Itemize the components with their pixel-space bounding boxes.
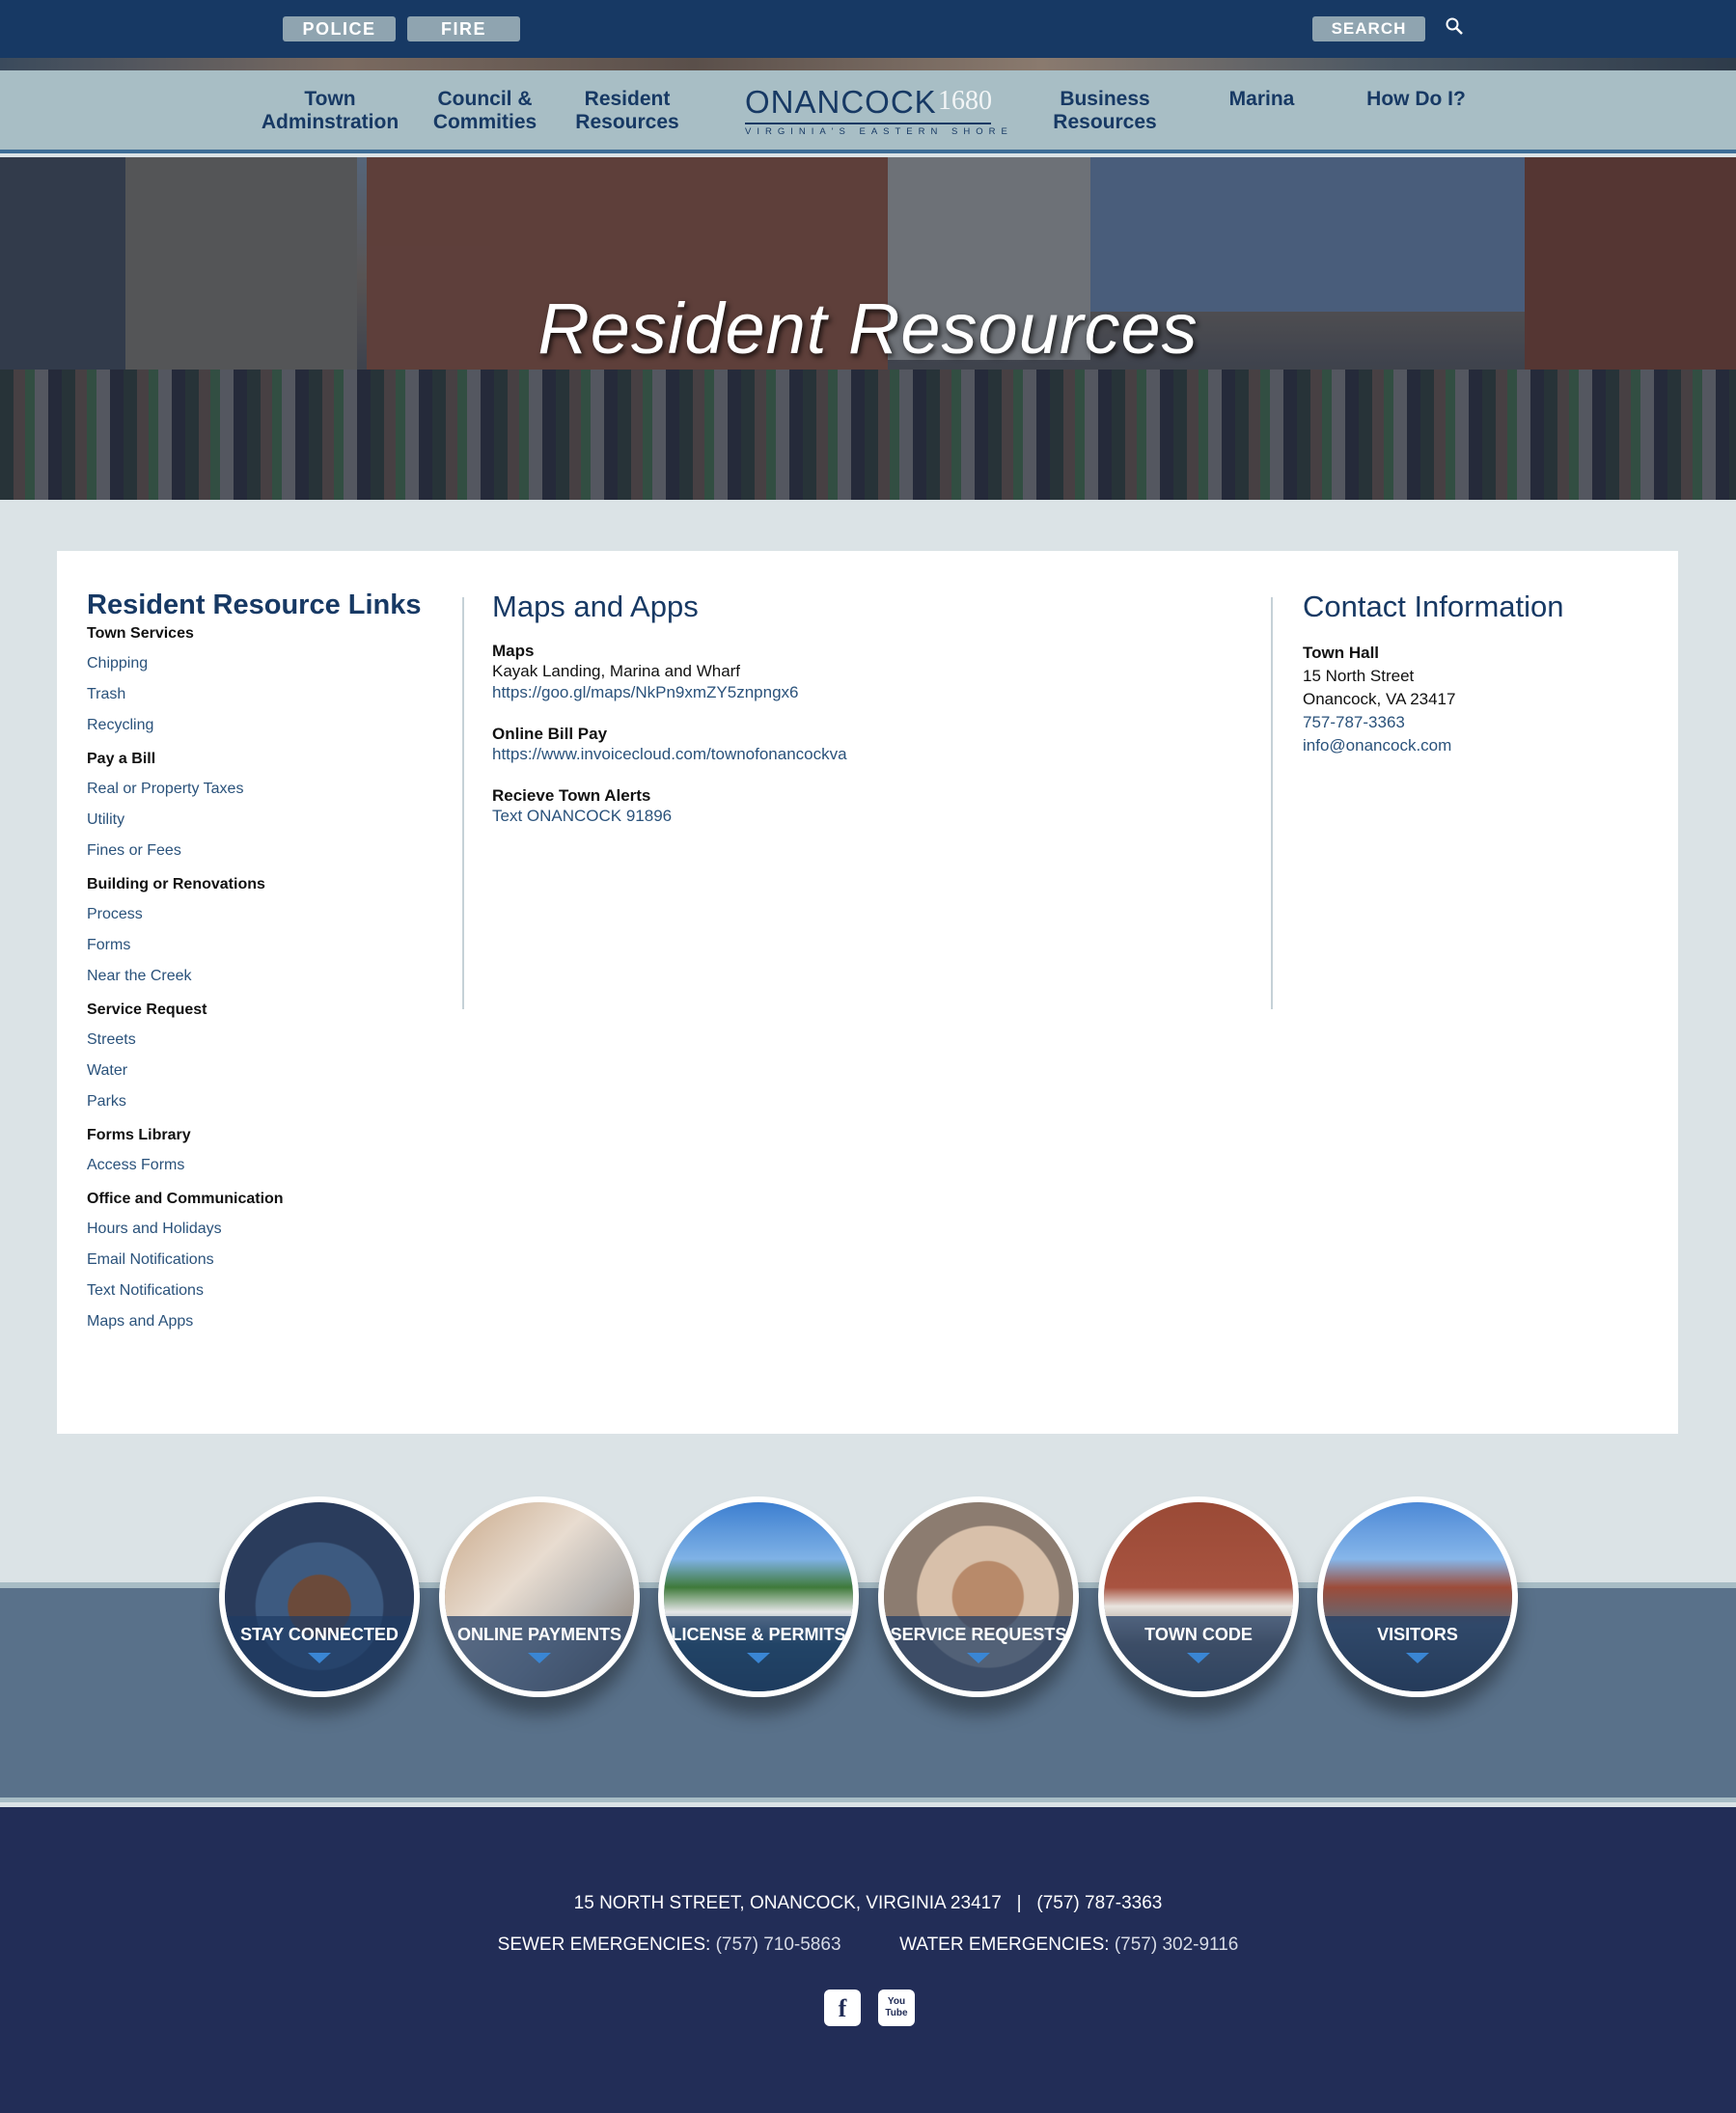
search-button[interactable]: SEARCH xyxy=(1312,16,1425,41)
nav-business-resources[interactable]: Business Resources xyxy=(1042,88,1168,134)
section-title: Pay a Bill xyxy=(87,751,156,767)
nav-how-do-i[interactable]: How Do I? xyxy=(1351,88,1481,111)
content-panel: Resident Resource Links Town Services Ch… xyxy=(57,551,1678,1434)
section-title: Forms Library xyxy=(87,1127,191,1143)
decorative-strip xyxy=(0,58,1736,70)
link-process[interactable]: Process xyxy=(87,899,434,930)
license-permits-button[interactable]: LICENSE & PERMITS xyxy=(658,1496,859,1697)
link-maps-apps[interactable]: Maps and Apps xyxy=(87,1306,434,1337)
link-access-forms[interactable]: Access Forms xyxy=(87,1150,434,1181)
police-button[interactable]: POLICE xyxy=(283,16,396,41)
nav-resident-resources[interactable]: Resident Resources xyxy=(565,88,690,134)
maps-link[interactable]: https://goo.gl/maps/NkPn9xmZY5znpngx6 xyxy=(492,682,1226,703)
page-title: Resident Resources xyxy=(537,288,1199,369)
contact-street: 15 North Street xyxy=(1303,667,1415,685)
sewer-emergency-label: SEWER EMERGENCIES: xyxy=(497,1935,711,1955)
nav-marina[interactable]: Marina xyxy=(1206,88,1317,111)
footer-emergency-row: SEWER EMERGENCIES: (757) 710-5863 WATER … xyxy=(0,1935,1736,1956)
column-divider xyxy=(1271,597,1273,1009)
link-text-notifications[interactable]: Text Notifications xyxy=(87,1276,434,1306)
link-parks[interactable]: Parks xyxy=(87,1086,434,1117)
hero-banner: Resident Resources xyxy=(0,157,1736,500)
footer-address-row: 15 NORTH STREET, ONANCOCK, VIRGINIA 2341… xyxy=(0,1893,1736,1914)
link-chipping[interactable]: Chipping xyxy=(87,648,434,679)
youtube-icon[interactable]: You Tube xyxy=(878,1990,915,2026)
main-nav: Town Adminstration Council & Commities Res… xyxy=(0,70,1736,153)
top-utility-bar: POLICE FIRE SEARCH xyxy=(0,0,1736,58)
maps-description: Kayak Landing, Marina and Wharf xyxy=(492,662,741,680)
alerts-link[interactable]: Text ONANCOCK 91896 xyxy=(492,806,1226,827)
footer-separator: | xyxy=(1016,1893,1022,1913)
bill-pay-link[interactable]: https://www.invoicecloud.com/townofonanc… xyxy=(492,744,1226,765)
contact-heading: Contact Information xyxy=(1303,590,1564,623)
maps-label: Maps xyxy=(492,642,535,660)
contact-column: Contact Information Town Hall 15 North S… xyxy=(1303,590,1650,757)
link-forms[interactable]: Forms xyxy=(87,930,434,961)
link-streets[interactable]: Streets xyxy=(87,1025,434,1056)
nav-council-committees[interactable]: Council & Commities xyxy=(415,88,555,134)
nav-town-administration[interactable]: Town Adminstration xyxy=(253,88,407,134)
resource-links-heading: Resident Resource Links xyxy=(87,590,422,620)
link-property-taxes[interactable]: Real or Property Taxes xyxy=(87,774,434,805)
town-code-button[interactable]: TOWN CODE xyxy=(1098,1496,1299,1697)
site-footer xyxy=(0,1807,1736,2113)
stay-connected-button[interactable]: STAY CONNECTED xyxy=(219,1496,420,1697)
link-utility[interactable]: Utility xyxy=(87,805,434,836)
maps-apps-heading: Maps and Apps xyxy=(492,590,699,623)
link-fines-fees[interactable]: Fines or Fees xyxy=(87,836,434,866)
contact-email-link[interactable]: info@onancock.com xyxy=(1303,734,1650,757)
bill-pay-label: Online Bill Pay xyxy=(492,725,608,743)
section-title: Office and Communication xyxy=(87,1191,284,1207)
section-title: Service Request xyxy=(87,1002,207,1018)
link-water[interactable]: Water xyxy=(87,1056,434,1086)
search-icon[interactable] xyxy=(1445,16,1466,38)
footer-address: 15 NORTH STREET, ONANCOCK, VIRGINIA 2341… xyxy=(573,1893,1002,1913)
link-near-the-creek[interactable]: Near the Creek xyxy=(87,961,434,992)
maps-apps-column: Maps and Apps Maps Kayak Landing, Marina… xyxy=(492,590,1226,848)
visitors-button[interactable]: VISITORS xyxy=(1317,1496,1518,1697)
column-divider xyxy=(462,597,464,1009)
link-recycling[interactable]: Recycling xyxy=(87,710,434,741)
contact-name: Town Hall xyxy=(1303,644,1380,662)
section-title: Building or Renovations xyxy=(87,876,265,892)
section-title: Town Services xyxy=(87,625,194,642)
footer-phone[interactable]: (757) 787-3363 xyxy=(1036,1893,1162,1913)
contact-city: Onancock, VA 23417 xyxy=(1303,690,1456,708)
water-emergency-phone[interactable]: (757) 302-9116 xyxy=(1115,1935,1239,1955)
sewer-emergency-phone[interactable]: (757) 710-5863 xyxy=(716,1935,841,1955)
contact-phone-link[interactable]: 757-787-3363 xyxy=(1303,711,1650,734)
link-hours-holidays[interactable]: Hours and Holidays xyxy=(87,1214,434,1245)
resource-links-column: Resident Resource Links Town Services Ch… xyxy=(87,590,434,1337)
fire-button[interactable]: FIRE xyxy=(407,16,520,41)
water-emergency-label: WATER EMERGENCIES: xyxy=(899,1935,1110,1955)
link-email-notifications[interactable]: Email Notifications xyxy=(87,1245,434,1276)
link-trash[interactable]: Trash xyxy=(87,679,434,710)
online-payments-button[interactable]: ONLINE PAYMENTS xyxy=(439,1496,640,1697)
facebook-icon[interactable]: f xyxy=(824,1990,861,2026)
site-logo[interactable]: ONANCOCK 1680 VIRGINIA'S EASTERN SHORE xyxy=(745,84,1007,142)
service-requests-button[interactable]: SERVICE REQUESTS xyxy=(878,1496,1079,1697)
alerts-label: Recieve Town Alerts xyxy=(492,786,651,805)
